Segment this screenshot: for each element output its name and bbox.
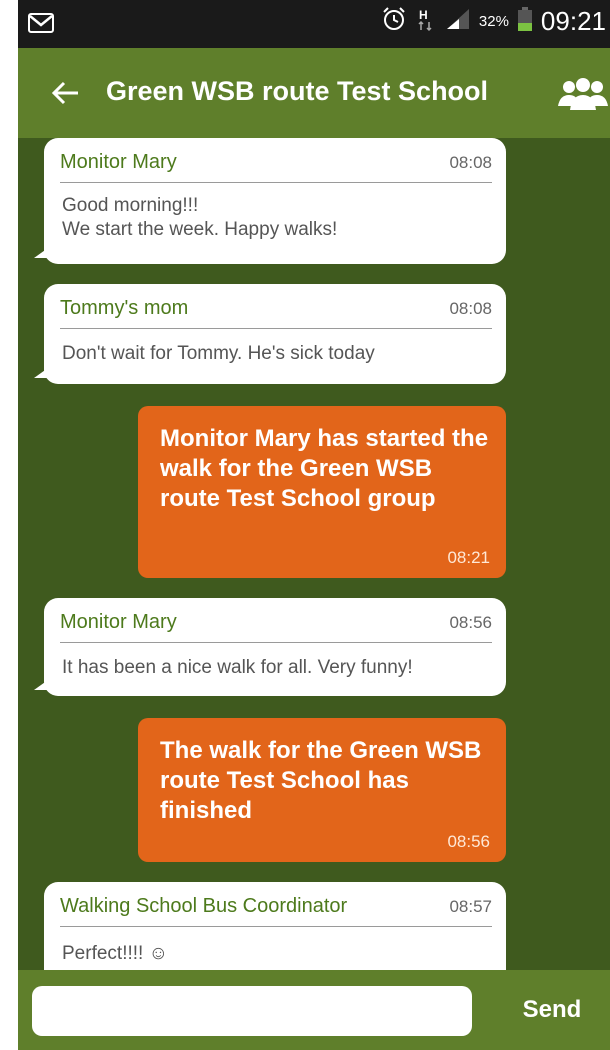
svg-text:H: H xyxy=(419,8,428,22)
message-bubble: Monitor Mary 08:56 It has been a nice wa… xyxy=(34,598,506,696)
message-header: Tommy's mom 08:08 xyxy=(60,294,492,329)
system-message-time: 08:21 xyxy=(447,548,490,567)
send-button[interactable]: Send xyxy=(506,990,598,1030)
app-header: Green WSB route Test School xyxy=(18,48,610,138)
network-h-icon: H xyxy=(415,6,437,37)
message-sender: Monitor Mary xyxy=(60,611,177,633)
system-message-text: The walk for the Green WSB route Test Sc… xyxy=(160,737,482,824)
message-time: 08:08 xyxy=(449,299,492,318)
gmail-icon xyxy=(28,13,54,38)
message-header: Monitor Mary 08:08 xyxy=(60,148,492,183)
battery-icon xyxy=(517,6,533,37)
system-message: Monitor Mary has started the walk for th… xyxy=(138,406,506,578)
message-text: It has been a nice walk for all. Very fu… xyxy=(62,657,413,678)
message-text: Good morning!!! We start the week. Happy… xyxy=(62,195,338,240)
message-input[interactable] xyxy=(32,986,472,1036)
message-header: Walking School Bus Coordinator 08:57 xyxy=(60,892,492,927)
message-bubble: Tommy's mom 08:08 Don't wait for Tommy. … xyxy=(34,284,506,384)
message-sender: Monitor Mary xyxy=(60,151,177,173)
page-title: Green WSB route Test School xyxy=(106,76,489,106)
message-text: Don't wait for Tommy. He's sick today xyxy=(62,343,375,364)
message-time: 08:57 xyxy=(449,897,492,916)
system-message-time: 08:56 xyxy=(447,832,490,851)
status-time: 09:21 xyxy=(540,6,606,36)
group-icon[interactable] xyxy=(556,76,610,117)
message-sender: Tommy's mom xyxy=(60,297,189,319)
message-sender: Walking School Bus Coordinator xyxy=(60,895,348,917)
signal-icon xyxy=(445,7,471,36)
message-text: Perfect!!!! ☺ xyxy=(62,943,168,964)
system-message-text: Monitor Mary has started the walk for th… xyxy=(160,425,489,512)
composer-bar: Send xyxy=(18,970,610,1050)
battery-percent: 32% xyxy=(478,13,509,30)
message-bubble: Walking School Bus Coordinator 08:57 Per… xyxy=(44,882,506,970)
system-message: The walk for the Green WSB route Test Sc… xyxy=(138,718,506,862)
arrow-left-icon[interactable] xyxy=(50,80,80,111)
message-time: 08:08 xyxy=(449,153,492,172)
phone-screen: H 32% 09:21 Green WSB route Test School … xyxy=(18,0,610,1050)
message-bubble: Monitor Mary 08:08 Good morning!!! We st… xyxy=(34,138,506,264)
message-header: Monitor Mary 08:56 xyxy=(60,608,492,643)
chat-area[interactable]: Monitor Mary 08:08 Good morning!!! We st… xyxy=(18,138,610,970)
status-bar: H 32% 09:21 xyxy=(18,0,610,48)
alarm-icon xyxy=(381,6,407,37)
message-time: 08:56 xyxy=(449,613,492,632)
